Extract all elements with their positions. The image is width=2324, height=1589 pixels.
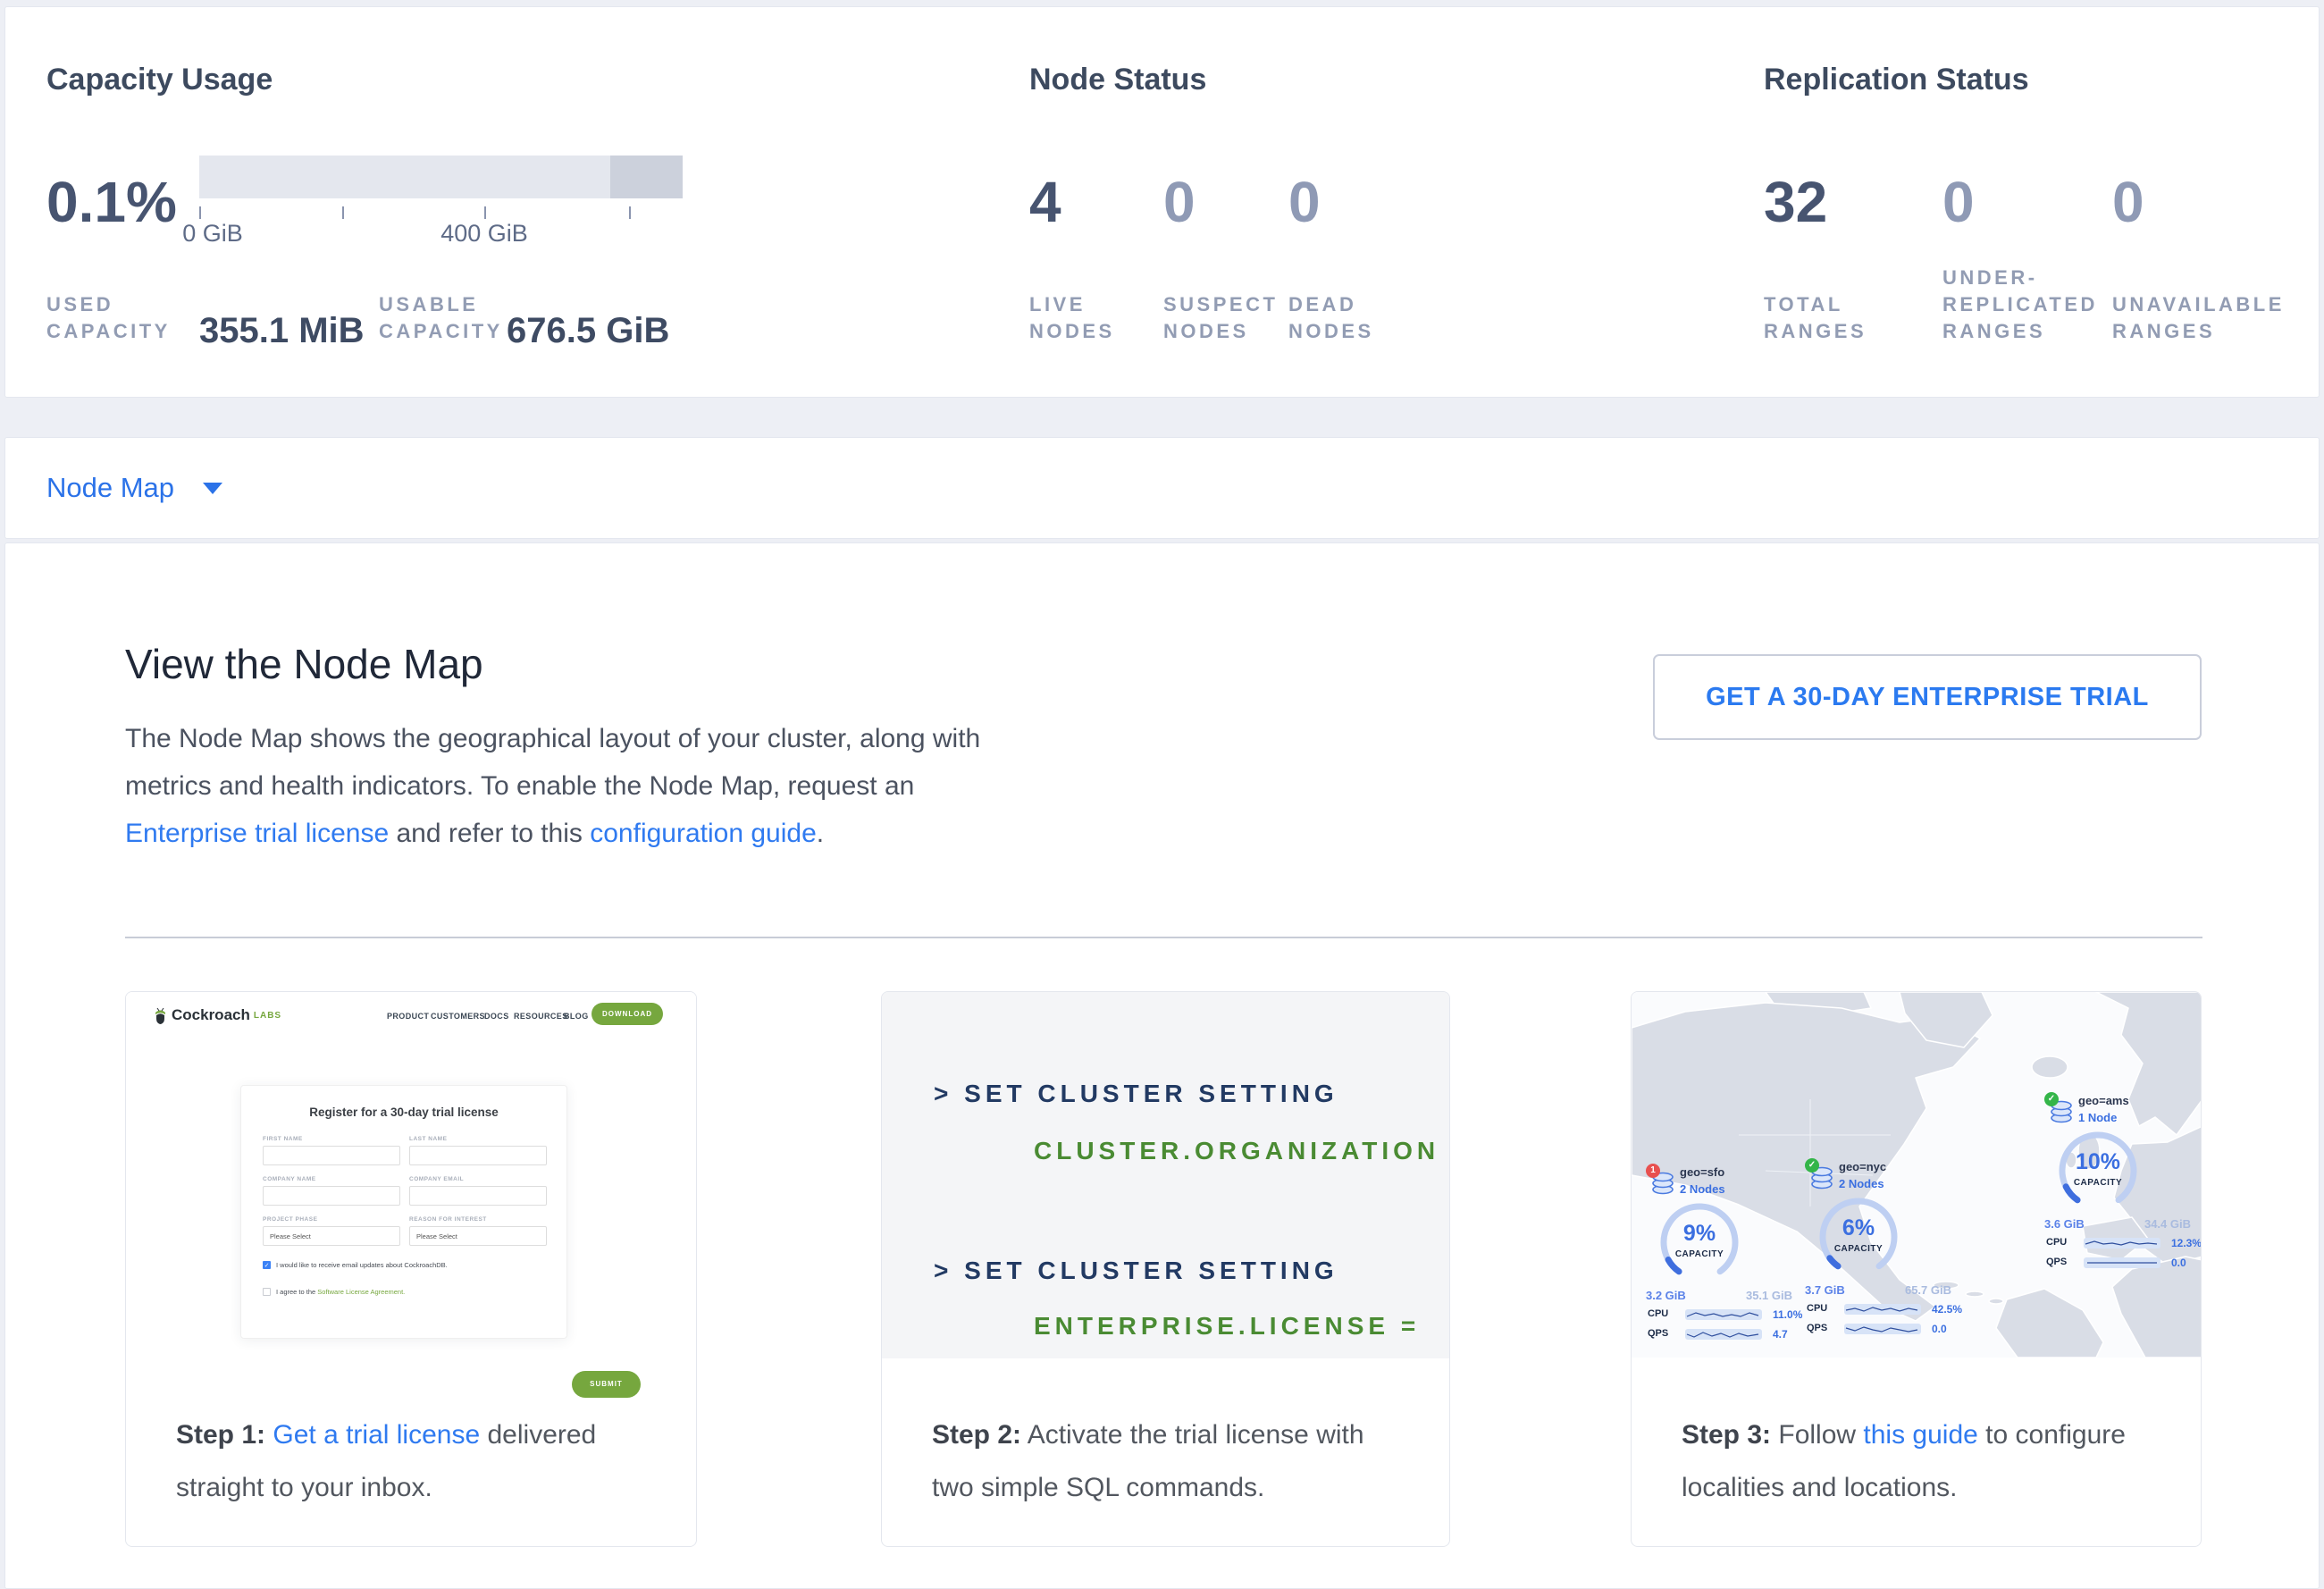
- capacity-percent: 0.1%: [46, 171, 177, 233]
- mini-nav-blog: BLOG: [564, 1012, 589, 1021]
- step3-card: 1 geo=sfo 2 Nodes 9% CAPACITY 3.2 GiB: [1631, 991, 2202, 1547]
- total-ranges-value: 32: [1764, 171, 1827, 233]
- capacity-gauge: 10% CAPACITY: [2055, 1128, 2141, 1214]
- capacity-tick-label: 0 GiB: [159, 220, 266, 248]
- cpu-sparkline: [1844, 1304, 1921, 1315]
- email-updates-checkbox: ✓ I would like to receive email updates …: [263, 1261, 448, 1269]
- view-selector-bar: Node Map: [4, 437, 2320, 539]
- usable-capacity-value: 676.5 GiB: [507, 311, 669, 351]
- capacity-gauge: 6% CAPACITY: [1816, 1194, 1901, 1280]
- get-enterprise-trial-button[interactable]: GET A 30-DAY ENTERPRISE TRIAL: [1653, 654, 2202, 740]
- qps-sparkline: [1844, 1324, 1921, 1334]
- company-name-field: [263, 1186, 400, 1206]
- cpu-sparkline: [1685, 1309, 1762, 1320]
- cluster-summary-panel: Capacity Usage 0.1% 0 GiB 400 GiB USEDCA…: [4, 6, 2320, 398]
- registration-screenshot: Cockroach LABS PRODUCT CUSTOMERS DOCS RE…: [126, 992, 696, 1358]
- form-title: Register for a 30-day trial license: [241, 1106, 566, 1119]
- mini-nav-resources: RESOURCES: [514, 1012, 568, 1021]
- mini-nav-customers: CUSTOMERS: [431, 1012, 485, 1021]
- qps-sparkline: [2084, 1257, 2160, 1268]
- get-trial-license-link[interactable]: Get a trial license: [273, 1420, 480, 1450]
- ok-badge: ✓: [1805, 1158, 1819, 1173]
- last-name-field: [409, 1146, 547, 1165]
- replication-status-title: Replication Status: [1764, 63, 2029, 97]
- usable-capacity-label: USABLECAPACITY: [379, 291, 503, 345]
- qps-sparkline: [1685, 1329, 1762, 1340]
- license-agreement-checkbox: I agree to the Software License Agreemen…: [263, 1288, 405, 1296]
- step1-card: Cockroach LABS PRODUCT CUSTOMERS DOCS RE…: [125, 991, 697, 1547]
- first-name-field: [263, 1146, 400, 1165]
- capacity-usage-title: Capacity Usage: [46, 63, 273, 97]
- step1-caption: Step 1: Get a trial license delivered st…: [176, 1408, 641, 1514]
- mini-nav-docs: DOCS: [484, 1012, 509, 1021]
- node-map-dropdown[interactable]: Node Map: [46, 438, 222, 538]
- live-nodes-label: LIVENODES: [1029, 291, 1115, 345]
- total-ranges-label: TOTALRANGES: [1764, 291, 1867, 345]
- node-map-preview: 1 geo=sfo 2 Nodes 9% CAPACITY 3.2 GiB: [1632, 992, 2201, 1358]
- under-replicated-value: 0: [1942, 171, 1975, 233]
- suspect-nodes-label: SUSPECTNODES: [1163, 291, 1278, 345]
- node-status-title: Node Status: [1029, 63, 1206, 97]
- under-replicated-label: UNDER-REPLICATEDRANGES: [1942, 265, 2098, 345]
- capacity-gauge: 9% CAPACITY: [1657, 1199, 1742, 1285]
- capacity-bar-reserved-segment: [610, 156, 683, 198]
- cockroach-bug-icon: [154, 1007, 167, 1024]
- capacity-tick: [199, 206, 201, 219]
- error-badge: 1: [1646, 1164, 1660, 1178]
- mini-submit-button: SUBMIT: [572, 1371, 641, 1398]
- node-map-intro-section: View the Node Map The Node Map shows the…: [4, 542, 2320, 1589]
- step2-card: > SET CLUSTER SETTING CLUSTER.ORGANIZATI…: [881, 991, 1450, 1547]
- reason-select: Please Select: [409, 1226, 547, 1246]
- unchecked-checkbox-icon: [263, 1288, 271, 1296]
- project-phase-select: Please Select: [263, 1226, 400, 1246]
- capacity-tick: [342, 206, 344, 219]
- company-email-field: [409, 1186, 547, 1206]
- unavailable-value: 0: [2112, 171, 2144, 233]
- cockroach-labs-logo: Cockroach LABS: [154, 1006, 281, 1024]
- enterprise-trial-license-link[interactable]: Enterprise trial license: [125, 819, 389, 848]
- step2-caption: Step 2: Activate the trial license with …: [932, 1408, 1397, 1514]
- checked-checkbox-icon: ✓: [263, 1261, 271, 1269]
- sql-prompt: >: [934, 1080, 952, 1107]
- trial-license-form: Register for a 30-day trial license FIRS…: [240, 1085, 567, 1339]
- capacity-bar: [199, 156, 683, 198]
- mini-nav-product: PRODUCT: [387, 1012, 429, 1021]
- dead-nodes-value: 0: [1288, 171, 1321, 233]
- mini-download-button: DOWNLOAD: [591, 1003, 663, 1025]
- used-capacity-value: 355.1 MiB: [199, 311, 365, 351]
- capacity-tick-label: 400 GiB: [422, 220, 547, 248]
- used-capacity-label: USEDCAPACITY: [46, 291, 171, 345]
- intro-paragraph: The Node Map shows the geographical layo…: [125, 715, 983, 857]
- ok-badge: ✓: [2044, 1092, 2059, 1106]
- suspect-nodes-value: 0: [1163, 171, 1196, 233]
- live-nodes-value: 4: [1029, 171, 1061, 233]
- configuration-guide-link[interactable]: configuration guide: [590, 819, 817, 848]
- chevron-down-icon: [203, 483, 222, 494]
- sql-prompt: >: [934, 1257, 952, 1284]
- sql-commands-graphic: > SET CLUSTER SETTING CLUSTER.ORGANIZATI…: [882, 992, 1449, 1358]
- page-title: View the Node Map: [125, 640, 483, 688]
- capacity-tick: [629, 206, 631, 219]
- node-map-dropdown-label: Node Map: [46, 472, 174, 504]
- section-divider: [125, 937, 2202, 938]
- this-guide-link[interactable]: this guide: [1863, 1420, 1977, 1450]
- capacity-tick: [484, 206, 486, 219]
- unavailable-label: UNAVAILABLERANGES: [2112, 291, 2285, 345]
- step3-caption: Step 3: Follow this guide to configure l…: [1682, 1408, 2146, 1514]
- cpu-sparkline: [2084, 1238, 2160, 1248]
- dead-nodes-label: DEADNODES: [1288, 291, 1374, 345]
